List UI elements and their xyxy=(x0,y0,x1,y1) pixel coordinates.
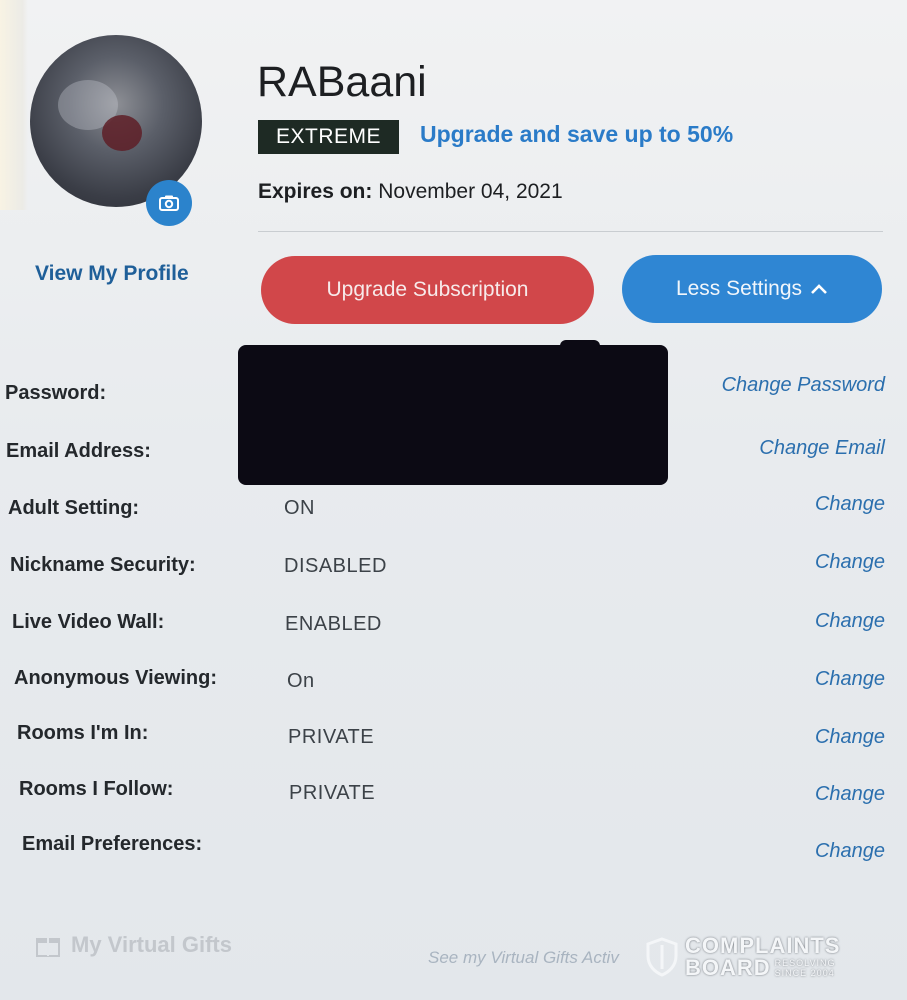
screen-glare xyxy=(0,0,28,210)
live-video-wall-label: Live Video Wall: xyxy=(12,611,165,633)
upgrade-subscription-button[interactable]: Upgrade Subscription xyxy=(261,256,594,324)
avatar-detail xyxy=(102,115,142,151)
watermark-tag1: RESOLVING xyxy=(774,958,836,968)
expiration-info: Expires on: November 04, 2021 xyxy=(258,180,563,204)
watermark-line1: COMPLAINTS xyxy=(685,933,841,958)
nickname-security-value: DISABLED xyxy=(284,555,387,577)
change-nickname-security-link[interactable]: Change xyxy=(815,551,885,574)
virtual-gifts-section: My Virtual Gifts xyxy=(35,932,232,958)
shield-icon xyxy=(646,937,678,977)
email-preferences-label: Email Preferences: xyxy=(22,833,203,855)
change-email-link[interactable]: Change Email xyxy=(759,437,885,460)
rooms-i-follow-label: Rooms I Follow: xyxy=(19,778,174,800)
change-adult-setting-link[interactable]: Change xyxy=(815,493,885,516)
anonymous-viewing-label: Anonymous Viewing: xyxy=(14,667,217,689)
nickname-security-label: Nickname Security: xyxy=(10,554,196,576)
rooms-im-in-value: PRIVATE xyxy=(288,726,375,748)
adult-setting-label: Adult Setting: xyxy=(8,497,140,519)
email-address-label: Email Address: xyxy=(6,440,151,462)
watermark-tag2: SINCE 2004 xyxy=(774,968,835,978)
complaints-board-watermark: COMPLAINTS BOARD RESOLVING SINCE 2004 xyxy=(645,935,840,979)
divider xyxy=(258,231,883,232)
expires-date: November 04, 2021 xyxy=(378,180,563,203)
change-password-link[interactable]: Change Password xyxy=(722,374,885,397)
change-photo-button[interactable] xyxy=(146,180,192,226)
virtual-gifts-title: My Virtual Gifts xyxy=(71,932,232,957)
rooms-i-follow-value: PRIVATE xyxy=(289,782,376,804)
expires-label: Expires on: xyxy=(258,180,373,203)
redaction-block-edge xyxy=(560,340,600,360)
watermark-text: COMPLAINTS BOARD RESOLVING SINCE 2004 xyxy=(685,935,840,979)
change-anonymous-viewing-link[interactable]: Change xyxy=(815,668,885,691)
live-video-wall-value: ENABLED xyxy=(285,613,382,635)
change-live-video-wall-link[interactable]: Change xyxy=(815,610,885,633)
watermark-line2: BOARD xyxy=(685,955,771,980)
change-rooms-im-in-link[interactable]: Change xyxy=(815,726,885,749)
change-rooms-i-follow-link[interactable]: Change xyxy=(815,783,885,806)
rooms-im-in-label: Rooms I'm In: xyxy=(17,722,149,744)
less-settings-button[interactable]: Less Settings xyxy=(622,255,882,323)
watermark-line2-group: BOARD RESOLVING SINCE 2004 xyxy=(685,957,840,979)
account-settings-page: View My Profile RABaani EXTREME Upgrade … xyxy=(0,0,907,1000)
redaction-block xyxy=(238,345,668,485)
view-profile-link[interactable]: View My Profile xyxy=(35,262,189,286)
watermark-tagline: RESOLVING SINCE 2004 xyxy=(775,958,836,978)
password-label: Password: xyxy=(5,382,107,404)
anonymous-viewing-value: On xyxy=(287,670,315,692)
adult-setting-value: ON xyxy=(284,497,315,519)
chevron-up-icon xyxy=(811,284,827,294)
change-email-preferences-link[interactable]: Change xyxy=(815,840,885,863)
upgrade-offer-link[interactable]: Upgrade and save up to 50% xyxy=(420,121,733,148)
less-settings-label: Less Settings xyxy=(675,277,803,300)
gift-icon xyxy=(36,938,60,957)
virtual-gifts-activity-link[interactable]: See my Virtual Gifts Activ xyxy=(428,948,619,968)
camera-icon xyxy=(159,195,179,211)
tier-badge: EXTREME xyxy=(258,120,400,154)
username: RABaani xyxy=(257,58,427,106)
upgrade-subscription-label: Upgrade Subscription xyxy=(326,278,529,301)
